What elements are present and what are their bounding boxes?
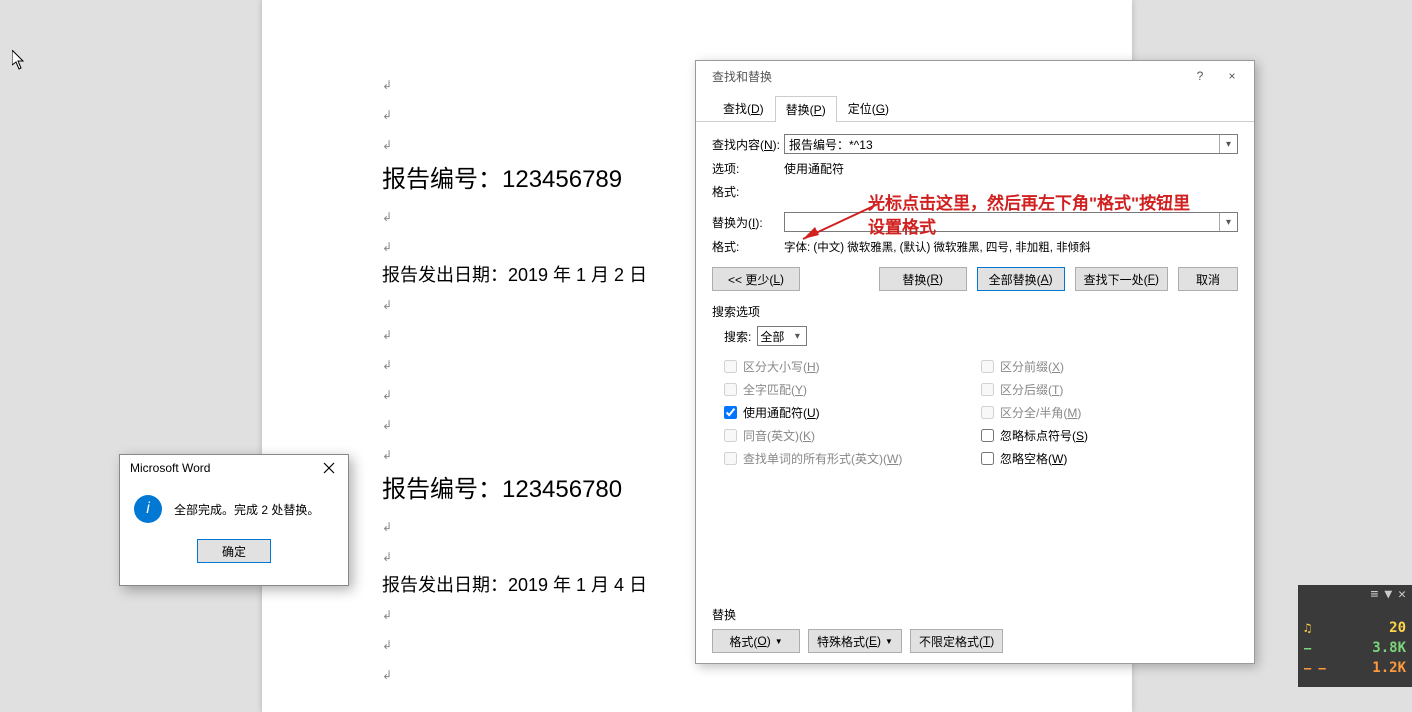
format-button[interactable]: 格式(O)▼ bbox=[712, 629, 800, 653]
metric-value-3: 1.2K bbox=[1372, 660, 1406, 676]
special-button[interactable]: 特殊格式(E)▼ bbox=[808, 629, 902, 653]
replace-format-group: 替换 格式(O)▼ 特殊格式(E)▼ 不限定格式(T) bbox=[712, 606, 1238, 653]
dialog-tabs: 查找(D) 替换(P) 定位(G) bbox=[696, 91, 1254, 122]
opt-all-word-forms: 查找单词的所有形式(英文)(W) bbox=[724, 450, 981, 467]
search-direction-value: 全部 bbox=[760, 328, 784, 345]
replace-all-button[interactable]: 全部替换(A) bbox=[977, 267, 1065, 291]
mouse-cursor bbox=[12, 50, 26, 70]
opt-ignore-space[interactable]: 忽略空格(W) bbox=[981, 450, 1238, 467]
options-value: 使用通配符 bbox=[784, 160, 844, 177]
dash-icon: — bbox=[1304, 641, 1328, 655]
msgbox-ok-button[interactable]: 确定 bbox=[197, 539, 271, 563]
metric-value-1: 20 bbox=[1389, 620, 1406, 636]
replace-button[interactable]: 替换(R) bbox=[879, 267, 967, 291]
dialog-titlebar[interactable]: 查找和替换 ? × bbox=[696, 61, 1254, 91]
find-replace-dialog: 查找和替换 ? × 查找(D) 替换(P) 定位(G) 查找内容(N): ▾ 选… bbox=[695, 60, 1255, 664]
metric-value-2: 3.8K bbox=[1372, 640, 1406, 656]
dialog-title: 查找和替换 bbox=[712, 68, 1184, 85]
less-button[interactable]: << 更少(L) bbox=[712, 267, 800, 291]
find-input[interactable] bbox=[785, 137, 1219, 151]
replace-format-label: 格式: bbox=[712, 238, 784, 255]
info-icon: i bbox=[134, 495, 162, 523]
chevron-down-icon: ▾ bbox=[790, 331, 804, 342]
close-icon bbox=[323, 462, 335, 474]
search-direction-select[interactable]: 全部 ▾ bbox=[757, 326, 807, 346]
replace-input-wrap: ▾ bbox=[784, 212, 1238, 232]
search-direction-label: 搜索: bbox=[724, 328, 751, 345]
opt-wildcards[interactable]: 使用通配符(U) bbox=[724, 404, 981, 421]
find-label: 查找内容(N): bbox=[712, 136, 784, 153]
hamburger-icon[interactable]: ≡ bbox=[1371, 587, 1379, 602]
opt-full-half-width: 区分全/半角(M) bbox=[981, 404, 1238, 421]
find-history-dropdown[interactable]: ▾ bbox=[1219, 135, 1237, 153]
system-monitor-widget: ≡ ▼ ✕ ♫ 20 — 3.8K — — 1.2K bbox=[1298, 585, 1412, 687]
dash-icon: — — bbox=[1304, 661, 1328, 675]
replace-section-legend: 替换 bbox=[712, 606, 1238, 623]
chevron-down-icon[interactable]: ▼ bbox=[1384, 587, 1392, 602]
no-formatting-button[interactable]: 不限定格式(T) bbox=[910, 629, 1003, 653]
opt-match-suffix: 区分后缀(T) bbox=[981, 381, 1238, 398]
options-label: 选项: bbox=[712, 160, 784, 177]
tab-find[interactable]: 查找(D) bbox=[712, 95, 775, 121]
search-options-group: 搜索选项 搜索: 全部 ▾ 区分大小写(H) 全字匹配(Y) 使用通配符(U) … bbox=[712, 303, 1238, 473]
music-icon: ♫ bbox=[1304, 621, 1328, 635]
close-icon[interactable]: ✕ bbox=[1398, 587, 1406, 602]
find-next-button[interactable]: 查找下一处(F) bbox=[1075, 267, 1168, 291]
help-button[interactable]: ? bbox=[1184, 64, 1216, 88]
tab-goto[interactable]: 定位(G) bbox=[837, 95, 900, 121]
close-button[interactable]: × bbox=[1216, 64, 1248, 88]
replace-history-dropdown[interactable]: ▾ bbox=[1219, 213, 1237, 231]
tab-replace[interactable]: 替换(P) bbox=[775, 96, 837, 122]
opt-whole-word: 全字匹配(Y) bbox=[724, 381, 981, 398]
opt-sounds-like: 同音(英文)(K) bbox=[724, 427, 981, 444]
msgbox-close-button[interactable] bbox=[314, 457, 344, 479]
search-options-legend: 搜索选项 bbox=[712, 303, 1238, 320]
opt-ignore-punct[interactable]: 忽略标点符号(S) bbox=[981, 427, 1238, 444]
replace-format-value: 字体: (中文) 微软雅黑, (默认) 微软雅黑, 四号, 非加粗, 非倾斜 bbox=[784, 239, 1091, 255]
find-input-wrap: ▾ bbox=[784, 134, 1238, 154]
message-box: Microsoft Word i 全部完成。完成 2 处替换。 确定 bbox=[119, 454, 349, 586]
find-format-label: 格式: bbox=[712, 183, 784, 200]
opt-match-prefix: 区分前缀(X) bbox=[981, 358, 1238, 375]
replace-input[interactable] bbox=[785, 215, 1219, 229]
msgbox-titlebar[interactable]: Microsoft Word bbox=[120, 455, 348, 481]
msgbox-title: Microsoft Word bbox=[130, 461, 314, 475]
opt-match-case: 区分大小写(H) bbox=[724, 358, 981, 375]
cancel-button[interactable]: 取消 bbox=[1178, 267, 1238, 291]
msgbox-text: 全部完成。完成 2 处替换。 bbox=[174, 501, 319, 518]
replace-label: 替换为(I): bbox=[712, 214, 784, 231]
